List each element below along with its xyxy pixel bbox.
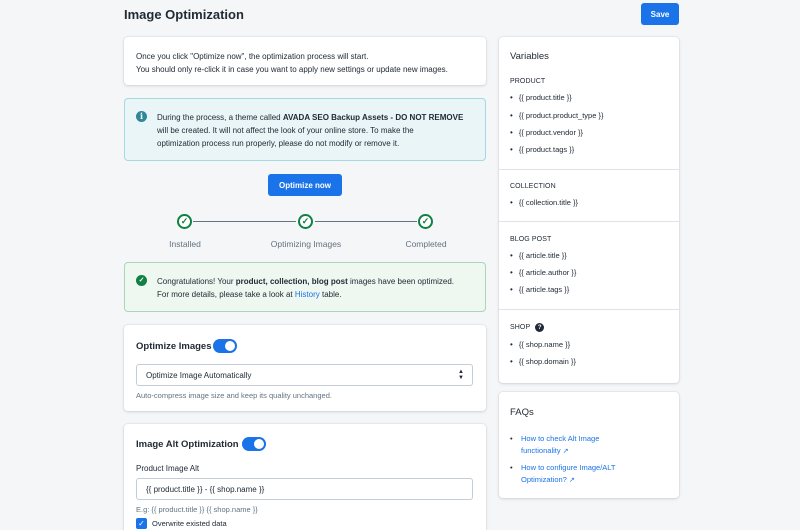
faq-link-line-2: functionality ↗: [521, 445, 670, 458]
success-banner: ✓ Congratulations! Your product, collect…: [124, 262, 486, 312]
faq-link-line-2: Optimization? ↗: [521, 474, 670, 487]
product-image-alt-label: Product Image Alt: [136, 464, 200, 473]
intro-card: Once you click "Optimize now", the optim…: [124, 37, 486, 85]
info-banner-line-3: optimization process run properly, pleas…: [157, 139, 400, 148]
intro-line-1: Once you click "Optimize now", the optim…: [136, 52, 369, 61]
variable-item: {{ shop.domain }}: [510, 357, 576, 366]
product-section-title: PRODUCT: [510, 78, 546, 85]
success-text: For more details, please take a look at: [157, 290, 295, 299]
step-2-check-icon: ✓: [298, 214, 313, 229]
step-label-installed: Installed: [169, 239, 201, 249]
optimize-images-toggle[interactable]: [213, 339, 237, 353]
faq-link-configure-alt[interactable]: How to configure Image/ALT Optimization?…: [510, 462, 670, 487]
variable-item: {{ article.tags }}: [510, 285, 569, 294]
faqs-card: FAQs How to check Alt Image functionalit…: [499, 392, 679, 498]
page-title: Image Optimization: [124, 7, 244, 22]
variable-item: {{ article.author }}: [510, 268, 577, 277]
variable-item: {{ product.title }}: [510, 93, 572, 102]
history-link[interactable]: History: [295, 290, 320, 299]
info-banner-line-1: During the process, a theme called AVADA…: [157, 111, 473, 124]
faqs-title: FAQs: [510, 407, 534, 418]
variable-item: {{ product.tags }}: [510, 145, 574, 154]
blog-section-title: BLOG POST: [510, 236, 552, 243]
optimize-images-heading: Optimize Images: [136, 341, 212, 352]
faq-link-text: Optimization?: [521, 475, 567, 484]
step-connector: [193, 221, 296, 222]
select-arrows-icon: ▲ ▼: [458, 369, 464, 381]
optimize-now-button[interactable]: Optimize now: [268, 174, 342, 196]
section-divider: [499, 169, 679, 170]
success-banner-line-2: For more details, please take a look at …: [157, 288, 473, 301]
section-divider: [499, 309, 679, 310]
shop-section-title: SHOP ?: [510, 323, 545, 332]
collection-section-title: COLLECTION: [510, 183, 556, 190]
step-label-completed: Completed: [405, 239, 447, 249]
alt-optimization-toggle[interactable]: [242, 437, 266, 451]
optimize-images-help: Auto-compress image size and keep its qu…: [136, 391, 332, 400]
variables-card: Variables PRODUCT {{ product.title }} {{…: [499, 37, 679, 383]
faq-link-text: functionality: [521, 446, 561, 455]
shop-section-label: SHOP: [510, 324, 531, 331]
success-bold-text: product, collection, blog post: [235, 277, 348, 286]
info-banner-line-2: will be created. It will not affect the …: [157, 126, 414, 135]
step-label-optimizing: Optimizing Images: [270, 239, 342, 249]
info-banner-text: During the process, a theme called: [157, 113, 283, 122]
check-circle-icon: ✓: [136, 275, 147, 286]
external-link-icon: ↗: [568, 477, 575, 484]
faq-link-text: How to check Alt Image: [521, 434, 600, 443]
save-button[interactable]: Save: [641, 3, 679, 25]
info-icon: i: [136, 111, 147, 122]
info-banner: i During the process, a theme called AVA…: [124, 98, 486, 161]
variables-title: Variables: [510, 51, 549, 62]
variable-item: {{ shop.name }}: [510, 340, 570, 349]
step-connector: [315, 221, 417, 222]
external-link-icon: ↗: [562, 448, 569, 455]
variable-item: {{ article.title }}: [510, 251, 567, 260]
optimize-images-card: Optimize Images Optimize Image Automatic…: [124, 325, 486, 411]
alt-optimization-card: Image Alt Optimization Product Image Alt…: [124, 424, 486, 530]
faq-link-alt-image[interactable]: How to check Alt Image functionality ↗: [510, 433, 670, 458]
question-circle-icon[interactable]: ?: [535, 323, 545, 332]
success-banner-line-1: Congratulations! Your product, collectio…: [157, 275, 473, 288]
input-value: {{ product.title }} - {{ shop.name }}: [146, 484, 265, 494]
overwrite-checkbox-label: Overwrite existed data: [152, 519, 227, 528]
optimize-mode-select[interactable]: Optimize Image Automatically ▲ ▼: [136, 364, 473, 386]
variable-item: {{ collection.title }}: [510, 198, 578, 207]
variable-item: {{ product.product_type }}: [510, 111, 604, 120]
section-divider: [499, 221, 679, 222]
variable-item: {{ product.vendor }}: [510, 128, 583, 137]
overwrite-checkbox[interactable]: ✓: [136, 518, 147, 529]
alt-example-text: E.g: {{ product.title }} {{ shop.name }}: [136, 505, 258, 514]
product-image-alt-input[interactable]: {{ product.title }} - {{ shop.name }}: [136, 478, 473, 500]
faq-link-text: How to configure Image/ALT: [521, 463, 616, 472]
backup-theme-name: AVADA SEO Backup Assets - DO NOT REMOVE: [282, 113, 464, 122]
select-value: Optimize Image Automatically: [146, 370, 252, 380]
step-1-check-icon: ✓: [177, 214, 192, 229]
success-text: images have been optimized.: [347, 277, 455, 286]
alt-optimization-heading: Image Alt Optimization: [136, 439, 239, 450]
intro-line-2: You should only re-click it in case you …: [136, 65, 448, 74]
success-text: table.: [319, 290, 342, 299]
success-text: Congratulations! Your: [157, 277, 236, 286]
step-3-check-icon: ✓: [418, 214, 433, 229]
